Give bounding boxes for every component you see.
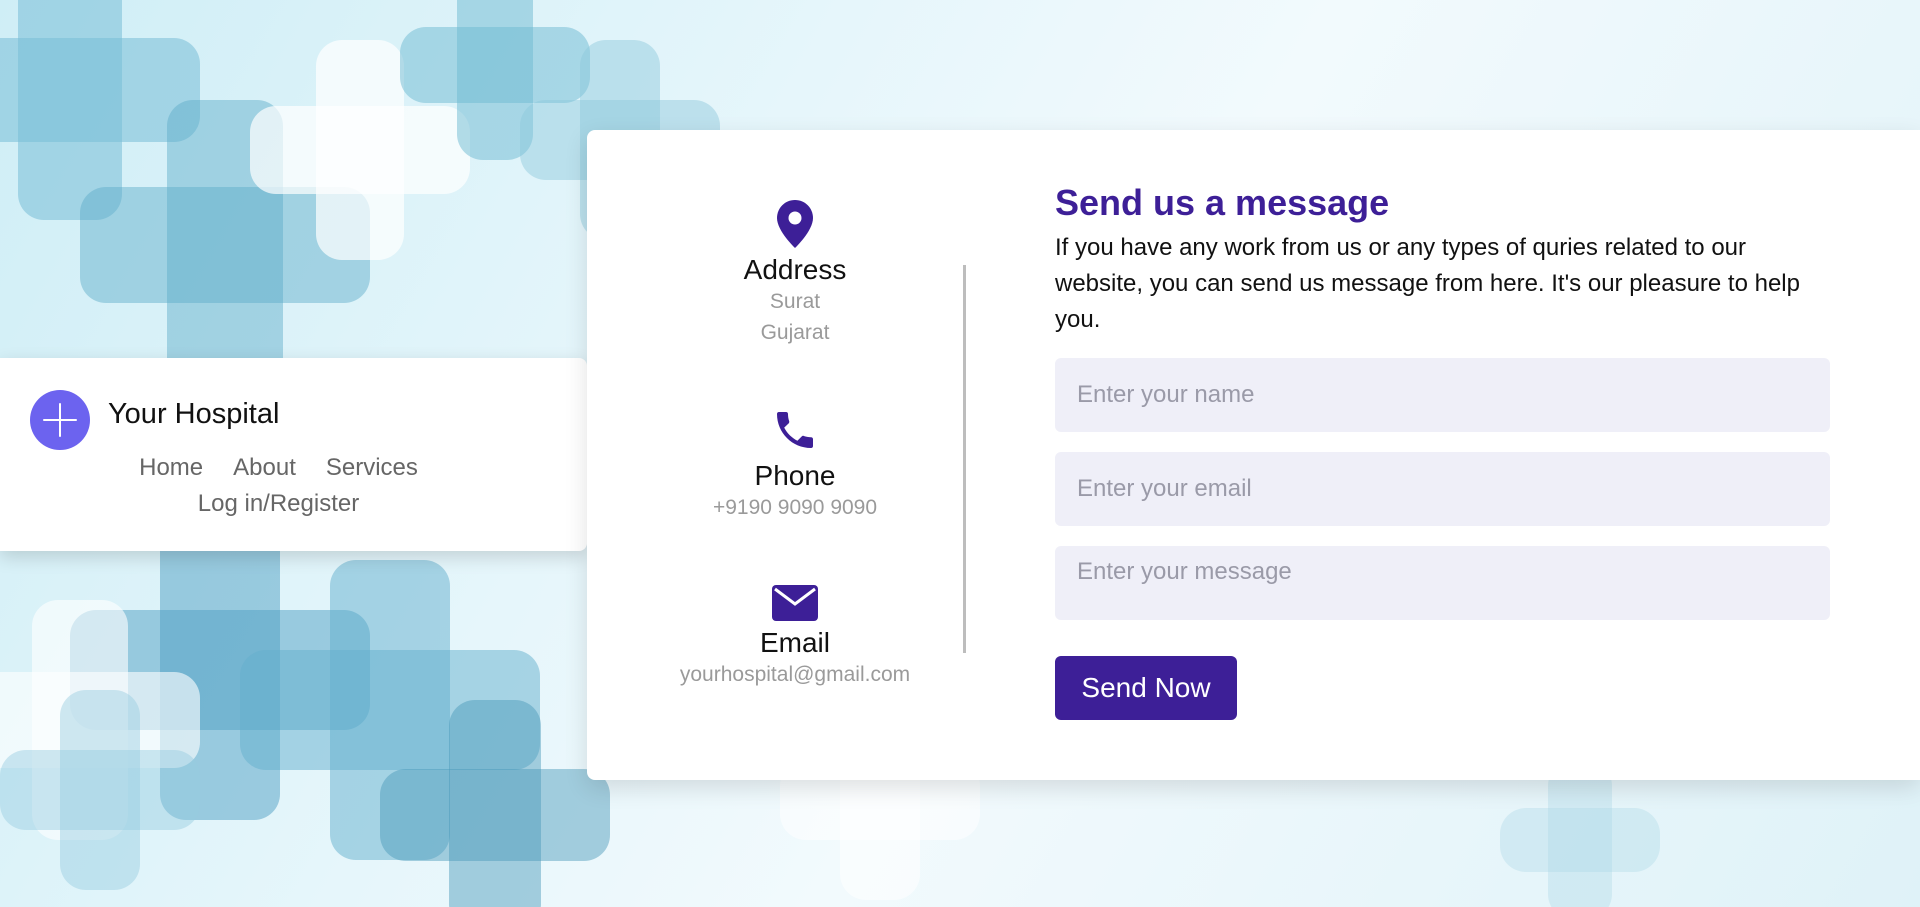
address-line1: Surat <box>769 290 821 313</box>
address-line2: Gujarat <box>760 321 830 344</box>
nav-links: Home About Services Log in/Register <box>0 450 557 522</box>
phone-value: +9190 9090 9090 <box>712 496 878 519</box>
address-title: Address <box>743 254 847 285</box>
send-now-button[interactable]: Send Now <box>1055 656 1237 720</box>
email-block: Email yourhospital@gmail.com <box>587 585 1003 690</box>
email-title: Email <box>759 627 830 658</box>
plus-icon[interactable] <box>30 390 90 450</box>
email-value: yourhospital@gmail.com <box>679 663 911 686</box>
login-register-link[interactable]: Log in/Register <box>198 486 359 522</box>
form-heading: Send us a message <box>1055 182 1390 223</box>
email-input[interactable] <box>1055 452 1830 526</box>
name-input[interactable] <box>1055 358 1830 432</box>
contact-form: Send us a message If you have any work f… <box>1055 180 1830 720</box>
nav-services-link[interactable]: Services <box>326 450 418 486</box>
nav-home-link[interactable]: Home <box>139 450 203 486</box>
brand-name[interactable]: Your Hospital <box>108 398 279 431</box>
location-pin-icon <box>777 200 813 248</box>
phone-icon <box>777 412 813 448</box>
address-block: Address Surat Gujarat <box>587 200 1003 348</box>
divider <box>963 265 966 653</box>
contact-card: Address Surat Gujarat Phone +9190 9090 9… <box>587 130 1920 780</box>
navbar-card: Your Hospital Home About Services Log in… <box>0 358 587 551</box>
phone-block: Phone +9190 9090 9090 <box>587 406 1003 523</box>
phone-title: Phone <box>754 460 836 491</box>
message-input[interactable] <box>1055 546 1830 620</box>
form-description: If you have any work from us or any type… <box>1055 234 1800 333</box>
nav-about-link[interactable]: About <box>233 450 296 486</box>
envelope-icon <box>772 585 818 621</box>
